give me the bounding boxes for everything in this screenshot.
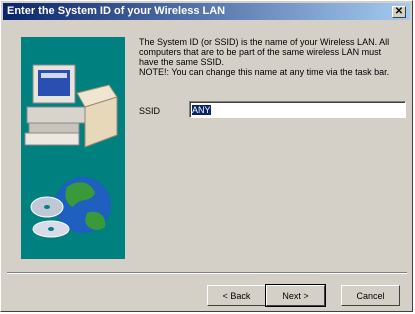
description-line-1: The System ID (or SSID) is the name of y… [139, 37, 390, 67]
cancel-button[interactable]: Cancel [341, 285, 400, 306]
back-button[interactable]: < Back [207, 285, 266, 306]
close-button[interactable]: ✕ [392, 6, 406, 18]
ssid-input[interactable]: ANY [189, 101, 406, 118]
separator [7, 272, 407, 274]
side-illustration [21, 37, 125, 259]
description-text: The System ID (or SSID) is the name of y… [139, 37, 401, 77]
computer-globe-icon [21, 37, 125, 259]
ssid-label: SSID [139, 106, 161, 116]
window-title: Enter the System ID of your Wireless LAN [7, 5, 226, 17]
title-bar: Enter the System ID of your Wireless LAN… [3, 3, 410, 20]
next-button[interactable]: Next > [265, 284, 326, 307]
ssid-value: ANY [192, 105, 211, 115]
description-note: NOTE!: You can change this name at any t… [139, 67, 390, 77]
setup-dialog: Enter the System ID of your Wireless LAN… [0, 0, 413, 312]
